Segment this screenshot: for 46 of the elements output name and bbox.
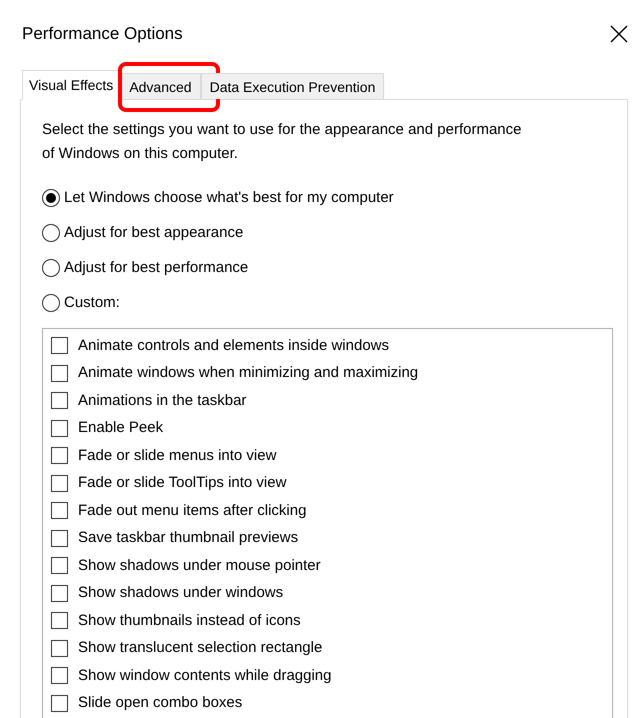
- tab[interactable]: Data Execution Prevention: [200, 73, 384, 99]
- tab[interactable]: Visual Effects: [22, 70, 120, 100]
- checkbox[interactable]: [51, 557, 68, 574]
- setting-label: Show window contents while dragging: [78, 666, 332, 686]
- radio-button[interactable]: [42, 224, 60, 242]
- setting-label: Show shadows under windows: [78, 583, 284, 603]
- checkbox[interactable]: [51, 612, 68, 630]
- setting-label: Fade or slide ToolTips into view: [78, 473, 286, 493]
- setting-label: Animations in the taskbar: [78, 390, 246, 410]
- setting-label: Save taskbar thumbnail previews: [78, 528, 298, 548]
- checkbox[interactable]: [51, 337, 68, 354]
- option-label: Adjust for best performance: [64, 258, 248, 278]
- setting-label: Show shadows under mouse pointer: [78, 556, 321, 576]
- radio-button[interactable]: [42, 294, 60, 312]
- setting-label: Animate windows when minimizing and maximizing: [78, 363, 418, 383]
- checkbox[interactable]: [51, 584, 68, 602]
- option-label: Adjust for best appearance: [64, 222, 244, 243]
- checkbox[interactable]: [51, 667, 68, 684]
- option-label: Custom:: [64, 292, 120, 313]
- setting-label: Slide open combo boxes: [78, 693, 242, 713]
- setting-label: Show thumbnails instead of icons: [78, 610, 301, 630]
- setting-label: Animate controls and elements inside windows: [78, 336, 389, 356]
- checkbox[interactable]: [51, 420, 68, 437]
- checkbox[interactable]: [51, 502, 68, 520]
- checkbox[interactable]: [51, 640, 68, 657]
- checkbox[interactable]: [51, 364, 68, 382]
- window-title: Performance Options: [22, 23, 183, 46]
- checkbox[interactable]: [51, 392, 68, 410]
- setting-label: Fade or slide menus into view: [78, 446, 276, 466]
- description-text: Select the settings you want to use for the appearance and performance of Windows on this computer.: [42, 120, 522, 164]
- option-label: Let Windows choose what's best for my computer: [64, 188, 394, 208]
- tab[interactable]: Advanced: [120, 73, 201, 99]
- radio-option[interactable]: Custom:: [42, 291, 120, 315]
- setting-label: Fade out menu items after clicking: [78, 500, 306, 520]
- setting-label: Enable Peek: [78, 418, 164, 438]
- checkbox[interactable]: [51, 447, 68, 464]
- checkbox[interactable]: [51, 474, 68, 492]
- radio-button[interactable]: [42, 259, 60, 277]
- close-icon: [610, 25, 628, 43]
- radio-button[interactable]: [42, 189, 60, 207]
- checkbox[interactable]: [51, 530, 68, 547]
- setting-label: Show translucent selection rectangle: [78, 638, 322, 658]
- checkbox[interactable]: [51, 694, 68, 712]
- radio-option[interactable]: Adjust for best appearance: [42, 221, 244, 245]
- radio-option[interactable]: Adjust for best performance: [42, 256, 248, 280]
- radio-option[interactable]: Let Windows choose what's best for my computer: [42, 186, 394, 210]
